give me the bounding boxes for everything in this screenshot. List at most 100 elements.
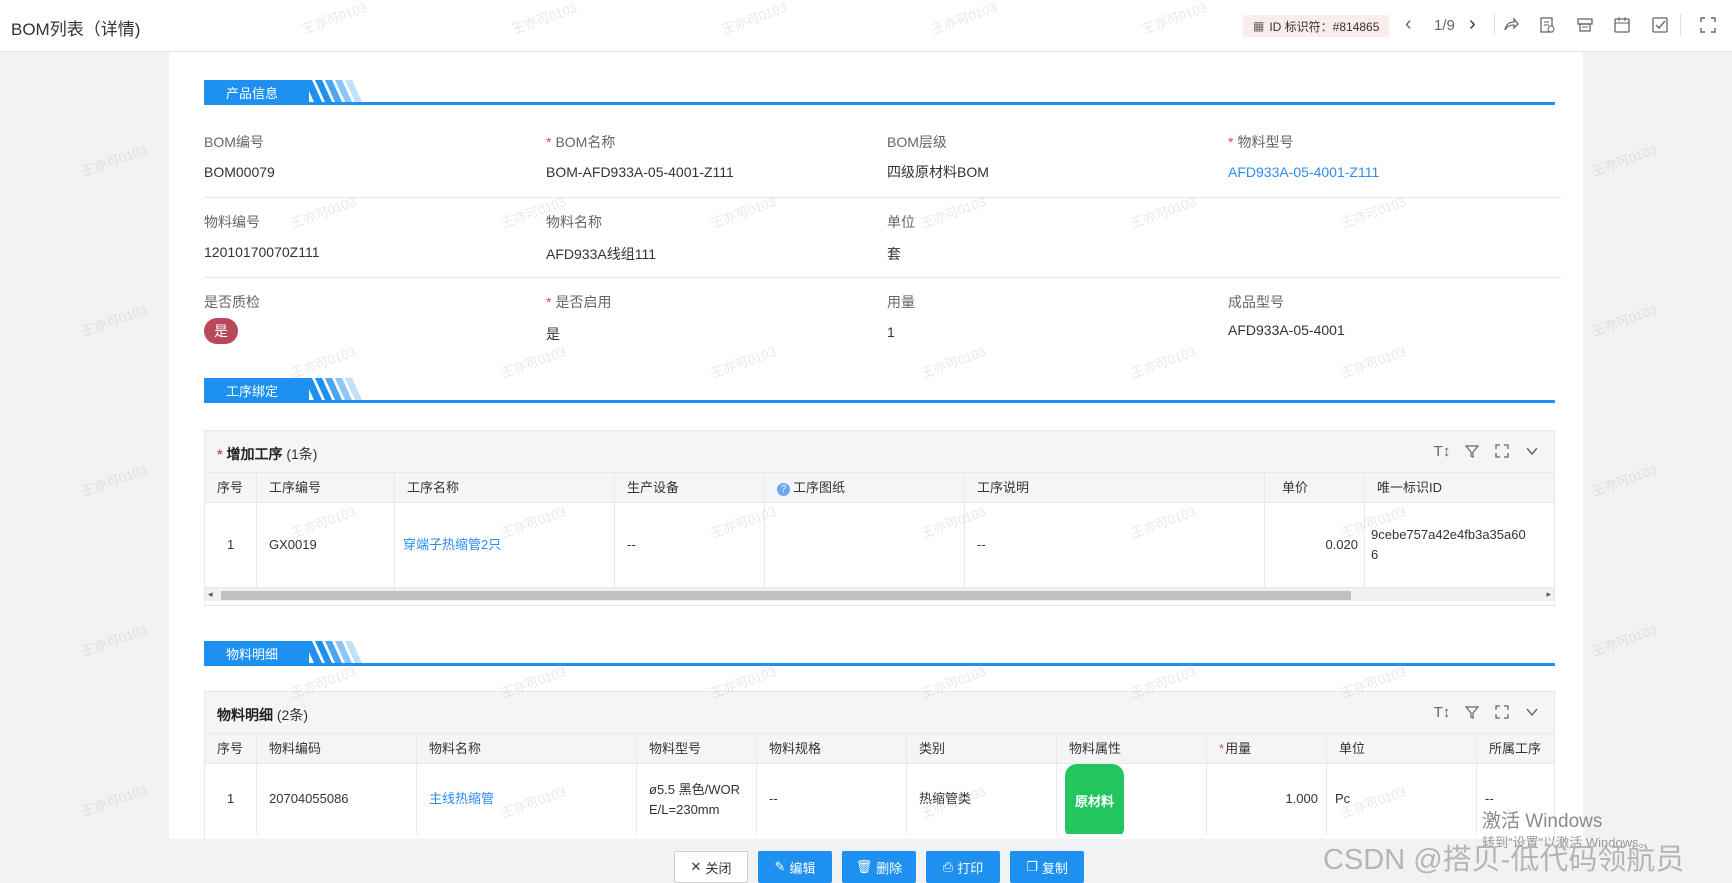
column-header[interactable]: 工序编号 [257, 473, 395, 503]
column-header[interactable]: 物料名称 [417, 734, 637, 764]
watermark: 王亦可0103 [1589, 141, 1659, 180]
table-row[interactable]: 1 20704055086 主线热缩管 ø5.5 黑色/WOR E/L=230m… [205, 764, 1554, 834]
enabled-label: * 是否启用 [546, 292, 611, 312]
material-name-link[interactable]: 主线热缩管 [417, 764, 637, 834]
column-header[interactable]: 工序说明 [965, 473, 1265, 503]
watermark: 王亦可0103 [79, 621, 149, 660]
detail-card: 产品信息 BOM编号 BOM00079 * BOM名称 BOM-AFD933A-0… [169, 52, 1583, 839]
filter-icon[interactable] [1464, 703, 1480, 721]
column-header[interactable]: 工序名称 [395, 473, 615, 503]
toolbar-divider [1494, 14, 1495, 36]
column-header[interactable]: 单位 [1327, 734, 1477, 764]
column-header-text: 用量 [1225, 741, 1252, 756]
chevron-down-icon[interactable] [1524, 442, 1540, 460]
enabled-value: 是 [546, 326, 560, 342]
id-chip: ▦ ID 标识符：#814865 [1243, 15, 1390, 37]
section-material-header: 物料明细 [204, 641, 1555, 667]
section-process-header: 工序绑定 [204, 378, 1555, 404]
column-header[interactable]: 唯一标识ID [1365, 473, 1556, 503]
close-icon: ✕ [690, 859, 702, 874]
watermark: 王亦可0103 [498, 343, 568, 382]
scroll-right-icon[interactable]: ▸ [1546, 589, 1551, 600]
copy-button-label: 复制 [1041, 860, 1068, 876]
close-button-label: 关闭 [705, 860, 732, 876]
column-header[interactable]: 所属工序 [1477, 734, 1556, 764]
material-no-label: 物料编号 [204, 214, 260, 230]
watermark: 王亦可0103 [288, 343, 358, 382]
column-header[interactable]: 序号 [205, 734, 257, 764]
material-table-head: 序号 物料编码 物料名称 物料型号 物料规格 类别 物料属性 *用量 单位 所属… [205, 734, 1554, 764]
print-preview-icon[interactable] [1574, 14, 1596, 36]
id-chip-text: ID 标识符：#814865 [1269, 19, 1380, 34]
table-row[interactable]: 1 GX0019 穿端子热缩管2只 -- -- 0.020 9cebe757a4… [205, 503, 1554, 587]
unique-id: 9cebe757a42e4fb3a35a60 6 [1365, 503, 1556, 587]
scroll-left-icon[interactable]: ◂ [208, 589, 213, 600]
fullscreen-icon[interactable] [1697, 14, 1719, 36]
section-title: 工序绑定 [204, 378, 309, 400]
filter-icon[interactable] [1464, 442, 1480, 460]
horizontal-scrollbar[interactable]: ◂ ▸ [205, 587, 1554, 601]
column-header[interactable]: 物料编码 [257, 734, 417, 764]
column-header[interactable]: 类别 [907, 734, 1057, 764]
bom-name-label: * BOM名称 [546, 132, 615, 152]
print-button[interactable]: ⎙ 打印 [926, 851, 1000, 883]
trash-icon: 🗑 [855, 859, 873, 874]
calendar-icon[interactable] [1611, 14, 1633, 36]
unit-label: 单位 [887, 214, 915, 230]
expand-icon[interactable] [1494, 703, 1510, 721]
enabled-label-text: 是否启用 [555, 294, 612, 310]
check-square-icon[interactable] [1649, 14, 1671, 36]
expand-icon[interactable] [1494, 442, 1510, 460]
row-divider [204, 197, 1561, 198]
chevron-left-icon[interactable]: ‹ [1405, 13, 1412, 36]
section-stripes [304, 80, 362, 102]
chevron-right-icon[interactable]: › [1469, 13, 1476, 36]
edit-button[interactable]: ✎ 编辑 [758, 851, 832, 883]
delete-button[interactable]: 🗑 删除 [842, 851, 916, 883]
watermark: 王亦可0103 [1338, 343, 1408, 382]
material-attr-badge: 原材料 [1065, 764, 1125, 834]
material-name-value: AFD933A线组111 [546, 246, 656, 262]
column-header[interactable]: 生产设备 [615, 473, 765, 503]
material-category: 热缩管类 [907, 764, 1057, 834]
material-table-title: 物料明细 (2条) [217, 705, 308, 725]
toolbar-divider [1680, 14, 1681, 36]
usage-label: 用量 [887, 294, 915, 310]
material-attr: 原材料 [1057, 764, 1207, 834]
equipment: -- [615, 503, 765, 587]
scrollbar-thumb[interactable] [221, 591, 1351, 600]
copy-button[interactable]: ❐ 复制 [1010, 851, 1084, 883]
column-header[interactable]: 物料型号 [637, 734, 757, 764]
section-stripes [304, 378, 362, 400]
column-header-text: 工序图纸 [793, 480, 846, 495]
help-icon[interactable]: ? [777, 483, 790, 496]
watermark: 王亦可0103 [1589, 621, 1659, 660]
doc-settings-icon[interactable] [1536, 14, 1558, 36]
material-model-line: ø5.5 黑色/WOR [649, 782, 741, 797]
chevron-down-icon[interactable] [1524, 703, 1540, 721]
column-header[interactable]: 序号 [205, 473, 257, 503]
edit-button-label: 编辑 [789, 860, 816, 876]
material-name-label: 物料名称 [546, 214, 602, 230]
text-size-icon[interactable]: T↕ [1434, 442, 1451, 460]
column-header[interactable]: 物料属性 [1057, 734, 1207, 764]
text-size-icon[interactable]: T↕ [1434, 703, 1451, 721]
share-icon[interactable] [1500, 14, 1522, 36]
column-header-usage[interactable]: *用量 [1207, 734, 1327, 764]
material-table-count: (2条) [276, 707, 309, 723]
column-header[interactable]: 单价 [1265, 473, 1365, 503]
row-no: 1 [205, 503, 257, 587]
page-title: BOM列表（详情) [11, 20, 141, 39]
delete-button-label: 删除 [876, 860, 903, 876]
process-name-link[interactable]: 穿端子热缩管2只 [395, 503, 615, 587]
material-table-tools: T↕ [1434, 703, 1540, 721]
watermark: 王亦可0103 [79, 141, 149, 180]
close-button[interactable]: ✕ 关闭 [674, 851, 748, 883]
column-header-drawing[interactable]: ? 工序图纸 [765, 473, 965, 503]
windows-activation-title: 激活 Windows [1482, 811, 1603, 832]
material-model-link[interactable]: AFD933A-05-4001-Z111 [1228, 164, 1379, 180]
watermark: 王亦可0103 [79, 301, 149, 340]
section-line [204, 663, 1555, 666]
material-table-header: 物料明细 (2条) T↕ [205, 692, 1554, 734]
column-header[interactable]: 物料规格 [757, 734, 907, 764]
